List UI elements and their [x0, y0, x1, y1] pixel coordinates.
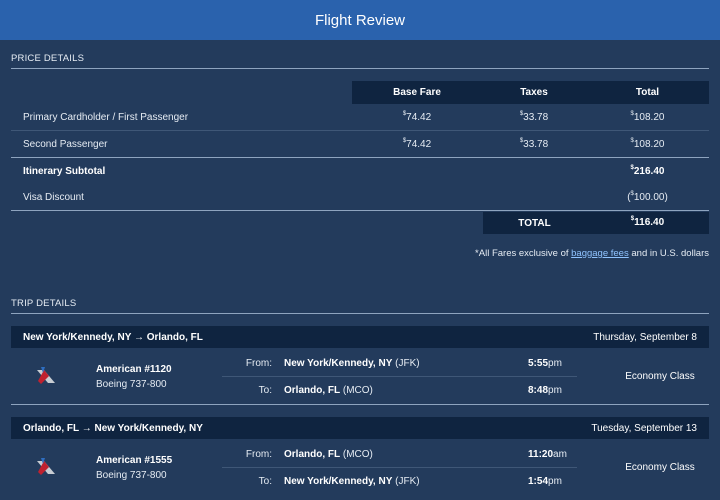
grand-total-label: TOTAL — [518, 218, 551, 229]
price-row-second: Second Passenger $74.42 $33.78 $108.20 — [11, 131, 709, 158]
taxes-value: $33.78 — [519, 138, 549, 150]
flight-divider — [11, 404, 709, 405]
cabin-class: Economy Class — [625, 462, 695, 473]
fare-note: *All Fares exclusive of baggage fees and… — [475, 248, 709, 259]
section-divider — [11, 68, 709, 69]
price-table-header: Base Fare Taxes Total — [352, 81, 709, 104]
segment-to: To: Orlando, FL (MCO) 8:48pm — [222, 377, 577, 403]
segment-from: From: Orlando, FL (MCO) 11:20am — [222, 441, 577, 467]
arrival-airport: New York/Kennedy, NY (JFK) — [284, 476, 420, 487]
american-airlines-logo-icon — [37, 367, 55, 384]
to-label: To: — [258, 385, 272, 396]
cabin-class: Economy Class — [625, 371, 695, 382]
flight-number: American #1555 — [96, 455, 173, 466]
flight-details-outbound: American #1120 Boeing 737-800 From: New … — [11, 350, 709, 403]
grand-total-value: $116.40 — [630, 216, 665, 228]
trip-details-heading: TRIP DETAILS — [11, 298, 77, 309]
passenger-label: Second Passenger — [23, 139, 108, 150]
passenger-label: Primary Cardholder / First Passenger — [23, 112, 189, 123]
taxes-value: $33.78 — [519, 111, 549, 123]
section-divider — [11, 313, 709, 314]
baggage-fees-link[interactable]: baggage fees — [571, 248, 629, 259]
base-fare-value: $74.42 — [402, 138, 432, 150]
to-label: To: — [258, 476, 272, 487]
segment-to: To: New York/Kennedy, NY (JFK) 1:54pm — [222, 468, 577, 494]
route-bar-outbound: New York/Kennedy, NY → Orlando, FL Thurs… — [11, 326, 709, 348]
page-title: Flight Review — [314, 11, 406, 29]
flight-number: American #1120 — [96, 364, 172, 375]
flight-date: Thursday, September 8 — [593, 331, 697, 343]
aircraft-type: Boeing 737-800 — [96, 470, 167, 481]
column-header-base-fare: Base Fare — [393, 87, 441, 98]
column-header-taxes: Taxes — [520, 87, 548, 98]
total-value: $108.20 — [630, 138, 665, 150]
row-divider — [11, 210, 709, 211]
arrival-airport: Orlando, FL (MCO) — [284, 385, 373, 396]
from-label: From: — [245, 358, 272, 369]
flight-details-return: American #1555 Boeing 737-800 From: Orla… — [11, 441, 709, 494]
total-value: $108.20 — [630, 111, 665, 123]
american-airlines-logo-icon — [37, 458, 55, 475]
departure-time: 11:20am — [528, 449, 567, 460]
aircraft-type: Boeing 737-800 — [96, 379, 167, 390]
visa-discount-row: Visa Discount ($100.00) — [11, 184, 709, 211]
route-bar-return: Orlando, FL → New York/Kennedy, NY Tuesd… — [11, 417, 709, 439]
departure-airport: Orlando, FL (MCO) — [284, 449, 373, 460]
column-header-total: Total — [635, 87, 660, 98]
from-label: From: — [245, 449, 272, 460]
flight-date: Tuesday, September 13 — [591, 422, 697, 434]
price-details-heading: PRICE DETAILS — [11, 53, 85, 64]
price-row-primary: Primary Cardholder / First Passenger $74… — [11, 104, 709, 131]
discount-value: ($100.00) — [627, 191, 668, 203]
departure-time: 5:55pm — [528, 358, 562, 369]
subtotal-label: Itinerary Subtotal — [23, 166, 106, 177]
discount-label: Visa Discount — [23, 192, 84, 203]
arrival-time: 1:54pm — [528, 476, 562, 487]
itinerary-subtotal-row: Itinerary Subtotal $216.40 — [11, 158, 709, 185]
base-fare-value: $74.42 — [402, 111, 432, 123]
arrival-time: 8:48pm — [528, 385, 562, 396]
route-title: New York/Kennedy, NY → Orlando, FL — [23, 331, 203, 343]
departure-airport: New York/Kennedy, NY (JFK) — [284, 358, 420, 369]
subtotal-value: $216.40 — [630, 165, 665, 177]
grand-total-box: TOTAL $116.40 — [483, 212, 709, 234]
app-header: Flight Review — [0, 0, 720, 40]
segment-from: From: New York/Kennedy, NY (JFK) 5:55pm — [222, 350, 577, 376]
route-title: Orlando, FL → New York/Kennedy, NY — [23, 422, 203, 434]
